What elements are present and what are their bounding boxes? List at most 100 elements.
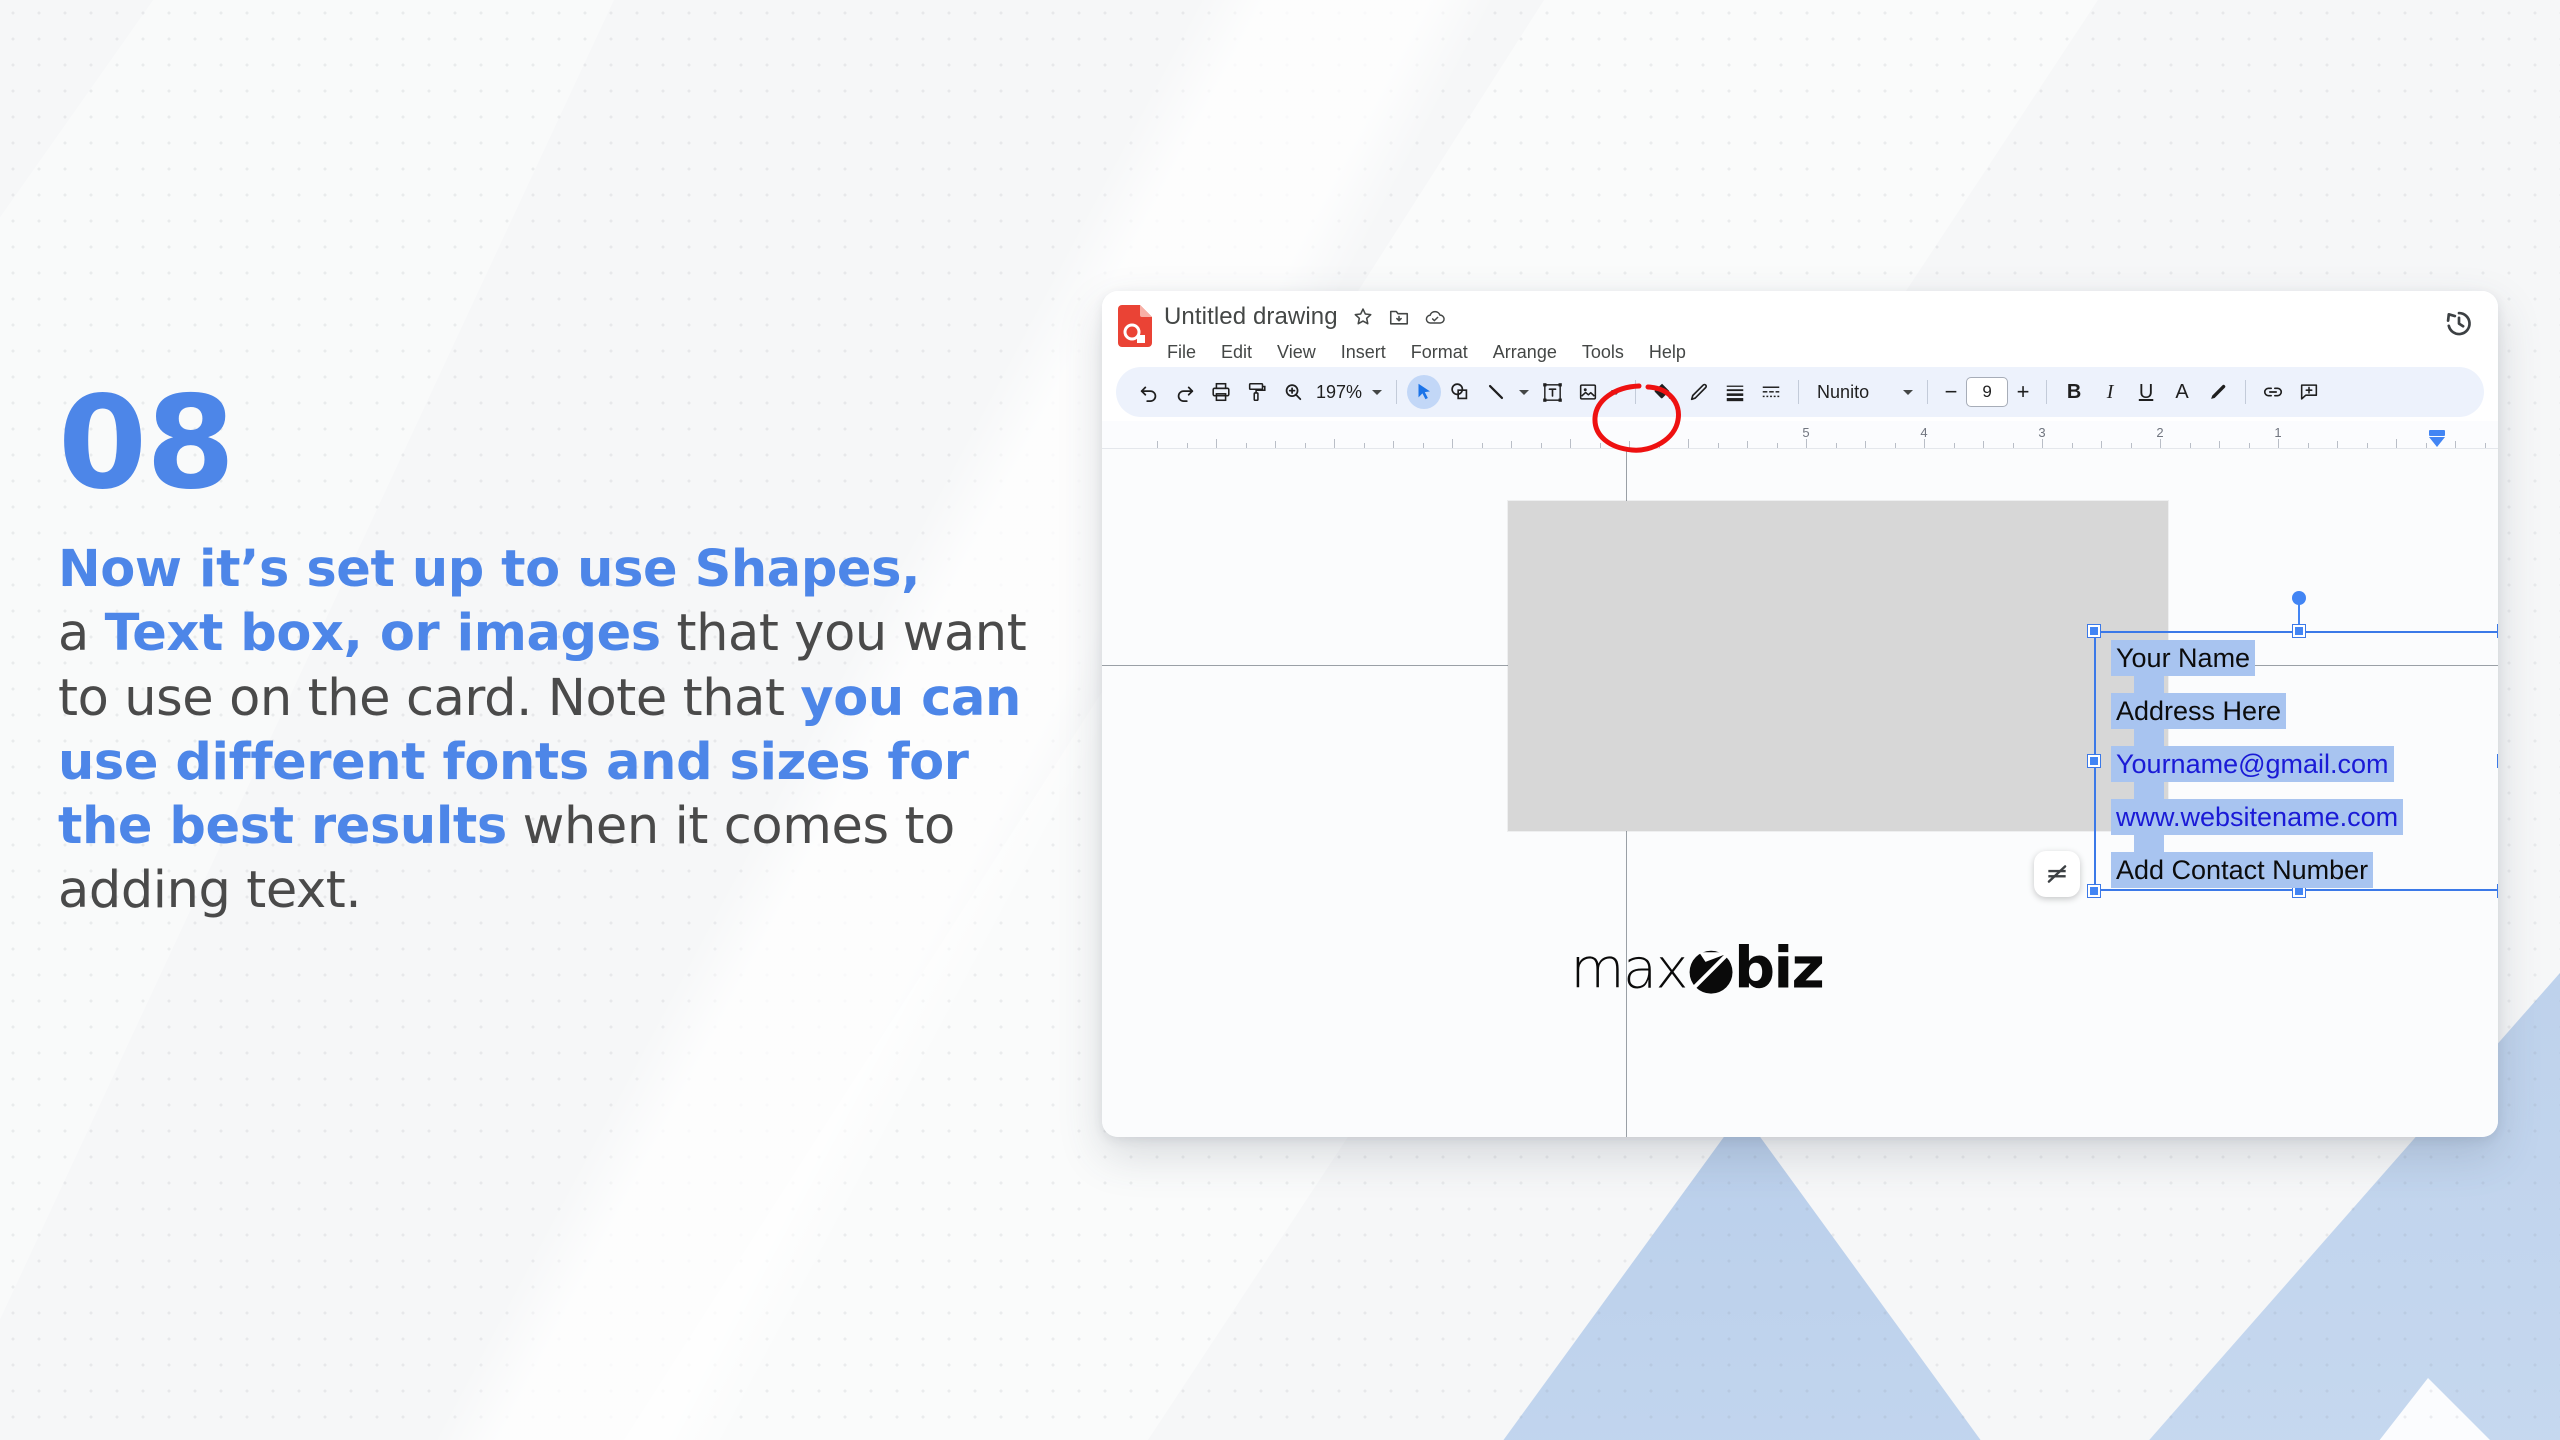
bold-button[interactable]: B (2057, 375, 2091, 409)
ruler-tick (2337, 441, 2338, 448)
move-to-folder-icon[interactable] (1388, 306, 1410, 328)
menu-item-format[interactable]: Format (1408, 341, 1471, 364)
textbox-tool-button[interactable] (1535, 375, 1569, 409)
menu-bar: File Edit View Insert Format Arrange Tools Help (1164, 341, 1689, 364)
border-color-icon (1690, 383, 1708, 401)
font-size-input[interactable]: 9 (1966, 377, 2009, 407)
image-tool-button[interactable] (1571, 375, 1605, 409)
ruler-tick (1835, 443, 1837, 448)
paint-format-button[interactable] (1240, 375, 1274, 409)
border-weight-button[interactable] (1718, 375, 1752, 409)
text-color-button[interactable]: A (2165, 375, 2199, 409)
drawing-canvas[interactable]: max biz Your Name Address Here Yourname@… (1102, 449, 2498, 1137)
ruler-tick (2219, 441, 2220, 448)
menu-item-edit[interactable]: Edit (1218, 341, 1255, 364)
border-dash-icon (1762, 386, 1780, 398)
paint-format-icon (1248, 382, 1266, 402)
ruler-tick (1393, 441, 1394, 448)
menu-item-arrange[interactable]: Arrange (1490, 341, 1560, 364)
zoom-icon (1285, 384, 1302, 401)
bold-label: B (2066, 380, 2082, 403)
text-box-line-4[interactable]: Add Contact Number (2111, 852, 2498, 888)
border-weight-icon (1726, 385, 1744, 402)
no-line-spacing-chip[interactable] (2034, 851, 2080, 897)
selected-text-box[interactable]: Your Name Address Here Yourname@gmail.com w… (2034, 591, 2498, 897)
text-color-label: A (2175, 380, 2189, 403)
fill-color-icon (1654, 383, 1673, 400)
cloud-saved-icon[interactable] (1424, 306, 1446, 328)
text-box-line-3[interactable]: www.websitename.com (2111, 799, 2498, 835)
image-dropdown-caret[interactable] (1607, 383, 1625, 401)
highlight-color-button[interactable] (2201, 375, 2235, 409)
ruler-tick (1275, 441, 1276, 448)
resize-handle-middle-left[interactable] (2088, 755, 2100, 767)
add-comment-button[interactable] (2292, 375, 2326, 409)
toolbar-divider-6 (2245, 380, 2247, 404)
business-card-shape[interactable] (1508, 501, 2168, 831)
underline-button[interactable]: U (2129, 375, 2163, 409)
ruler-tick (2278, 439, 2279, 448)
headline-segment-2: Text box, or images (104, 604, 661, 664)
fill-color-button[interactable] (1646, 375, 1680, 409)
version-history-icon[interactable] (2442, 306, 2476, 340)
decrease-font-size-button[interactable]: − (1938, 379, 1964, 405)
zoom-level-value[interactable]: 197% (1312, 382, 1366, 403)
no-line-spacing-icon (2047, 865, 2067, 883)
text-box-line-text: Yourname@gmail.com (2111, 746, 2394, 782)
print-button[interactable] (1204, 375, 1238, 409)
ruler-first-line-indent[interactable] (2429, 430, 2445, 436)
shape-tool-button[interactable] (1443, 375, 1477, 409)
ruler-tick (1717, 443, 1719, 448)
ruler-tick (1304, 443, 1306, 448)
line-dropdown-caret[interactable] (1515, 383, 1533, 401)
ruler-tick (1953, 443, 1955, 448)
resize-handle-top-center[interactable] (2293, 625, 2305, 637)
italic-button[interactable]: I (2093, 375, 2127, 409)
insert-link-button[interactable] (2256, 375, 2290, 409)
ruler-tick (1481, 443, 1483, 448)
ruler-tick (1599, 443, 1601, 448)
text-box-line-0[interactable]: Your Name (2111, 640, 2498, 676)
border-color-button[interactable] (1682, 375, 1716, 409)
resize-handle-top-left[interactable] (2088, 625, 2100, 637)
star-icon[interactable] (1352, 306, 1374, 328)
increase-font-size-button[interactable]: + (2010, 379, 2036, 405)
text-box-line-2[interactable]: Yourname@gmail.com (2111, 746, 2498, 782)
ruler-tick (1245, 443, 1247, 448)
menu-item-file[interactable]: File (1164, 341, 1199, 364)
ruler-label-l3: 2 (2156, 425, 2164, 440)
menu-item-insert[interactable]: Insert (1338, 341, 1389, 364)
menu-item-view[interactable]: View (1274, 341, 1319, 364)
ruler-tick (2012, 443, 2014, 448)
font-dropdown-caret[interactable] (1899, 383, 1917, 401)
font-family-select[interactable]: Nunito (1809, 382, 1897, 403)
menu-item-tools[interactable]: Tools (1579, 341, 1627, 364)
menu-item-help[interactable]: Help (1646, 341, 1689, 364)
select-tool-button[interactable] (1407, 375, 1442, 409)
resize-handle-bottom-left[interactable] (2088, 885, 2100, 897)
maxobiz-logo[interactable]: max biz (1532, 921, 1906, 1017)
ruler-tick (1157, 441, 1158, 448)
print-icon (1212, 382, 1230, 402)
redo-button[interactable] (1168, 375, 1202, 409)
headline-segment-0: Now it’s set up to use Shapes, (58, 540, 921, 599)
zoom-button[interactable] (1276, 375, 1310, 409)
ruler-tick (2042, 439, 2043, 448)
undo-button[interactable] (1132, 375, 1166, 409)
highlight-pen-icon (2211, 384, 2226, 399)
underline-label: U (2138, 380, 2154, 403)
ruler-indent-marker-left[interactable] (2429, 437, 2445, 447)
ruler-label-l0: 5 (1802, 425, 1810, 440)
toolbar-divider-5 (2046, 380, 2048, 404)
border-dash-button[interactable] (1754, 375, 1788, 409)
text-box-line-1[interactable]: Address Here (2111, 693, 2498, 729)
ruler-tick (1894, 443, 1896, 448)
ruler-tick (1658, 443, 1660, 448)
line-tool-button[interactable] (1479, 375, 1513, 409)
rotation-handle[interactable] (2292, 591, 2306, 605)
document-title[interactable]: Untitled drawing (1164, 303, 1338, 331)
toolbar-divider-3 (1798, 380, 1800, 404)
ruler-tick (1216, 439, 1217, 448)
zoom-dropdown-caret[interactable] (1368, 383, 1386, 401)
horizontal-ruler[interactable]: 5 4 3 2 1 (1102, 421, 2498, 449)
